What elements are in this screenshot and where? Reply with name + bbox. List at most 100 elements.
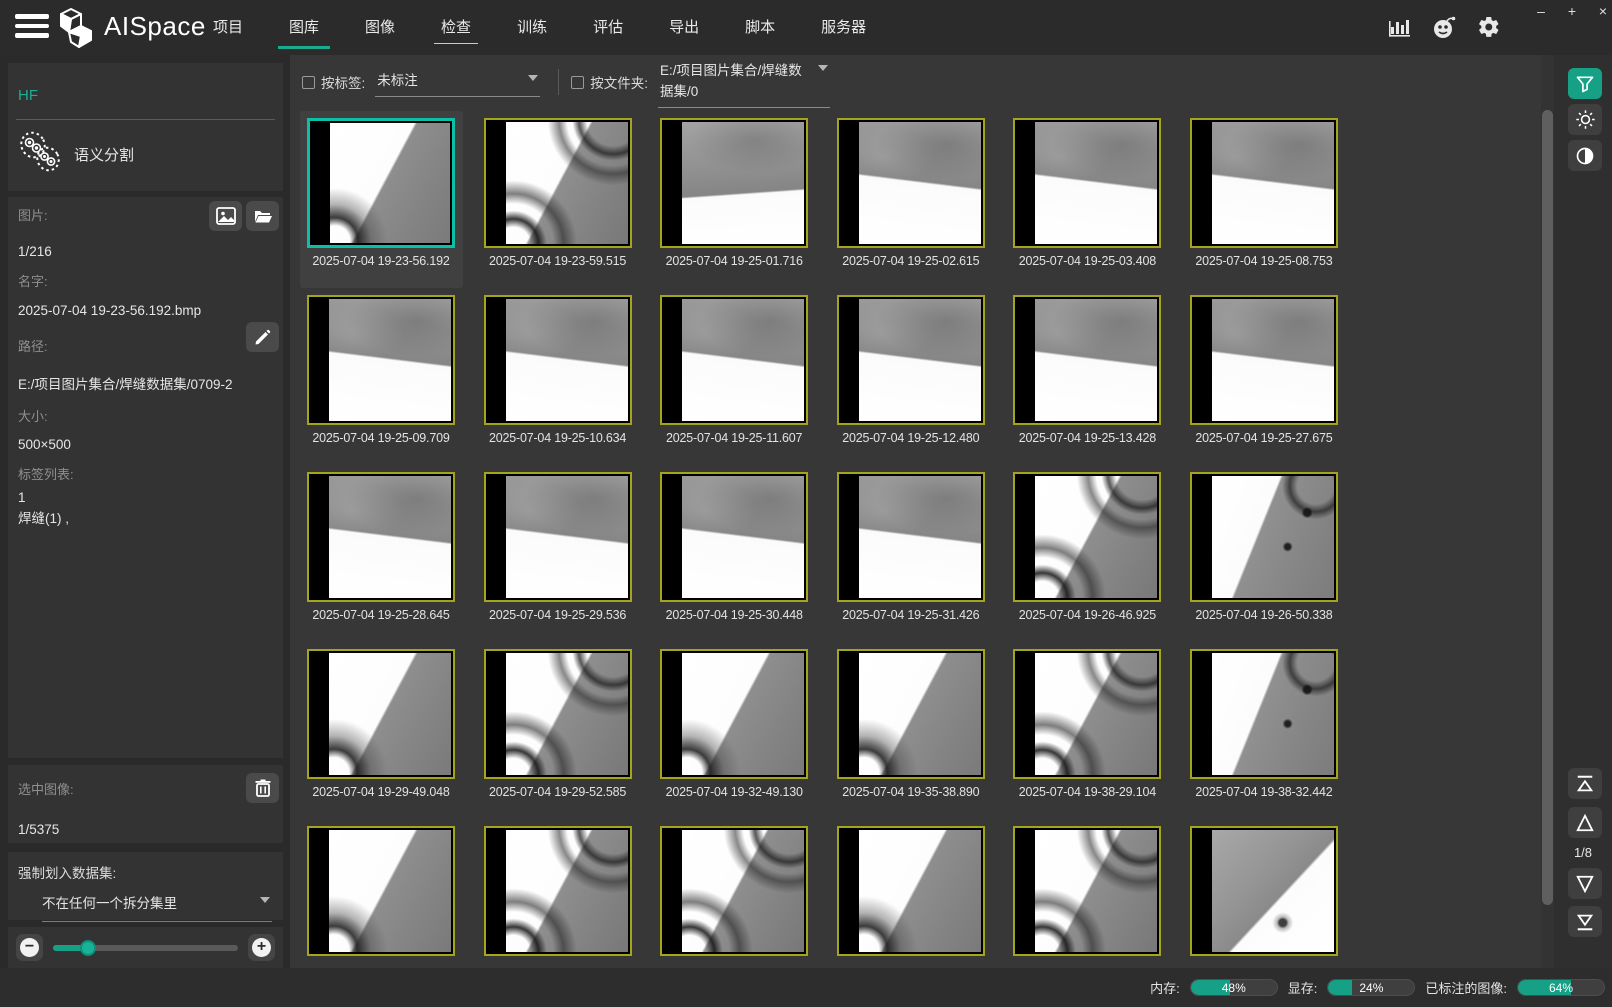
thumbnail-image[interactable] (660, 649, 808, 779)
mode-row[interactable]: 语义分割 (18, 131, 134, 178)
thumbnail-image[interactable] (307, 649, 455, 779)
minimize-button[interactable]: – (1533, 2, 1549, 20)
nav-tab[interactable]: 项目 (190, 0, 266, 55)
first-page-button[interactable] (1568, 768, 1602, 799)
gallery-item[interactable]: 2025-07-04 19-32-49.130 (653, 642, 816, 819)
thumbnail-image[interactable] (1013, 472, 1161, 602)
nav-tab[interactable]: 评估 (570, 0, 646, 55)
stats-chart-icon[interactable] (1386, 14, 1412, 40)
thumbnail-image[interactable] (660, 472, 808, 602)
gallery-item[interactable] (653, 819, 816, 968)
filter-tool-button[interactable] (1568, 68, 1602, 99)
thumbnail-image[interactable] (1190, 649, 1338, 779)
thumbnail-image[interactable] (660, 826, 808, 956)
image-tool-button[interactable] (209, 201, 242, 231)
gallery-item[interactable]: 2025-07-04 19-25-31.426 (830, 465, 993, 642)
zoom-out-button[interactable]: − (16, 934, 43, 961)
gallery-item[interactable]: 2025-07-04 19-25-13.428 (1006, 288, 1169, 465)
thumbnail-image[interactable] (660, 295, 808, 425)
gallery-item[interactable] (1006, 819, 1169, 968)
gallery-item[interactable]: 2025-07-04 19-25-12.480 (830, 288, 993, 465)
by-label-checkbox[interactable] (302, 76, 315, 89)
dataset-split-dropdown[interactable]: 不在任何一个拆分集里 (42, 892, 272, 922)
nav-tab[interactable]: 检查 (418, 0, 494, 55)
open-folder-button[interactable] (246, 201, 279, 231)
close-button[interactable]: × (1595, 2, 1611, 20)
nav-tab[interactable]: 脚本 (722, 0, 798, 55)
gallery-item[interactable]: 2025-07-04 19-23-56.192 (300, 111, 463, 288)
thumbnail-image[interactable] (307, 118, 455, 248)
gallery-item[interactable] (830, 819, 993, 968)
zoom-in-button[interactable]: + (248, 934, 275, 961)
edit-path-button[interactable] (246, 322, 279, 352)
gallery-item[interactable]: 2025-07-04 19-25-28.645 (300, 465, 463, 642)
thumbnail-image[interactable] (307, 295, 455, 425)
thumbnail-image[interactable] (307, 472, 455, 602)
scrollbar-thumb[interactable] (1542, 110, 1553, 905)
thumbnail-image[interactable] (837, 826, 985, 956)
gallery-item[interactable]: 2025-07-04 19-38-32.442 (1183, 642, 1346, 819)
thumbnail-image[interactable] (484, 295, 632, 425)
thumbnail-image[interactable] (484, 472, 632, 602)
thumbnail-image[interactable] (484, 826, 632, 956)
thumbnail-image[interactable] (1190, 472, 1338, 602)
gallery-item[interactable]: 2025-07-04 19-25-09.709 (300, 288, 463, 465)
gallery-item[interactable] (300, 819, 463, 968)
thumbnail-image[interactable] (1190, 118, 1338, 248)
thumbnail-image[interactable] (837, 649, 985, 779)
vertical-scrollbar[interactable] (1541, 55, 1554, 968)
thumbnail-image[interactable] (1190, 295, 1338, 425)
maximize-button[interactable]: + (1564, 2, 1580, 20)
thumbnail-image[interactable] (1013, 295, 1161, 425)
last-page-button[interactable] (1568, 906, 1602, 937)
thumbnail-image[interactable] (1013, 118, 1161, 248)
robot-icon[interactable] (1431, 14, 1457, 40)
gallery-item[interactable]: 2025-07-04 19-25-02.615 (830, 111, 993, 288)
gallery-item[interactable]: 2025-07-04 19-29-52.585 (477, 642, 640, 819)
nav-tab[interactable]: 训练 (494, 0, 570, 55)
gallery-item[interactable]: 2025-07-04 19-25-11.607 (653, 288, 816, 465)
thumbnail-image[interactable] (1190, 826, 1338, 956)
nav-tab[interactable]: 服务器 (798, 0, 889, 55)
gallery-item[interactable] (1183, 819, 1346, 968)
gallery-item[interactable]: 2025-07-04 19-26-50.338 (1183, 465, 1346, 642)
gallery-item[interactable]: 2025-07-04 19-25-01.716 (653, 111, 816, 288)
slider-knob[interactable] (80, 940, 96, 956)
thumbnail-image[interactable] (837, 472, 985, 602)
next-page-button[interactable] (1568, 868, 1602, 899)
hamburger-menu-icon[interactable] (15, 14, 49, 41)
thumbnail-image[interactable] (307, 826, 455, 956)
gallery-item[interactable]: 2025-07-04 19-25-27.675 (1183, 288, 1346, 465)
thumbnail-image[interactable] (484, 118, 632, 248)
gallery-item[interactable]: 2025-07-04 19-25-30.448 (653, 465, 816, 642)
thumbnail-size-slider[interactable] (53, 945, 238, 951)
label-filter-dropdown[interactable]: 未标注 (375, 67, 540, 97)
gallery-item[interactable] (477, 819, 640, 968)
gallery-item[interactable]: 2025-07-04 19-29-49.048 (300, 642, 463, 819)
thumbnail-image[interactable] (837, 295, 985, 425)
nav-tab[interactable]: 图库 (266, 0, 342, 55)
gallery-item[interactable]: 2025-07-04 19-38-29.104 (1006, 642, 1169, 819)
project-name[interactable]: HF (18, 87, 38, 104)
nav-tab[interactable]: 导出 (646, 0, 722, 55)
nav-tab[interactable]: 图像 (342, 0, 418, 55)
gallery-item[interactable]: 2025-07-04 19-26-46.925 (1006, 465, 1169, 642)
gallery-item[interactable]: 2025-07-04 19-25-29.536 (477, 465, 640, 642)
settings-gear-icon[interactable] (1476, 14, 1502, 40)
thumbnail-image[interactable] (1013, 649, 1161, 779)
previous-page-button[interactable] (1568, 807, 1602, 838)
thumbnail-image[interactable] (660, 118, 808, 248)
brightness-tool-button[interactable] (1568, 104, 1602, 135)
thumbnail-image[interactable] (837, 118, 985, 248)
gallery-item[interactable]: 2025-07-04 19-25-10.634 (477, 288, 640, 465)
gallery-item[interactable]: 2025-07-04 19-25-08.753 (1183, 111, 1346, 288)
folder-filter-dropdown[interactable]: E:/项目图片集合/焊缝数据集/0 (658, 57, 830, 108)
gallery-item[interactable]: 2025-07-04 19-35-38.890 (830, 642, 993, 819)
delete-selected-button[interactable] (246, 773, 279, 803)
gallery-item[interactable]: 2025-07-04 19-23-59.515 (477, 111, 640, 288)
by-folder-checkbox[interactable] (571, 76, 584, 89)
contrast-tool-button[interactable] (1568, 140, 1602, 171)
gallery-item[interactable]: 2025-07-04 19-25-03.408 (1006, 111, 1169, 288)
thumbnail-image[interactable] (1013, 826, 1161, 956)
thumbnail-image[interactable] (484, 649, 632, 779)
